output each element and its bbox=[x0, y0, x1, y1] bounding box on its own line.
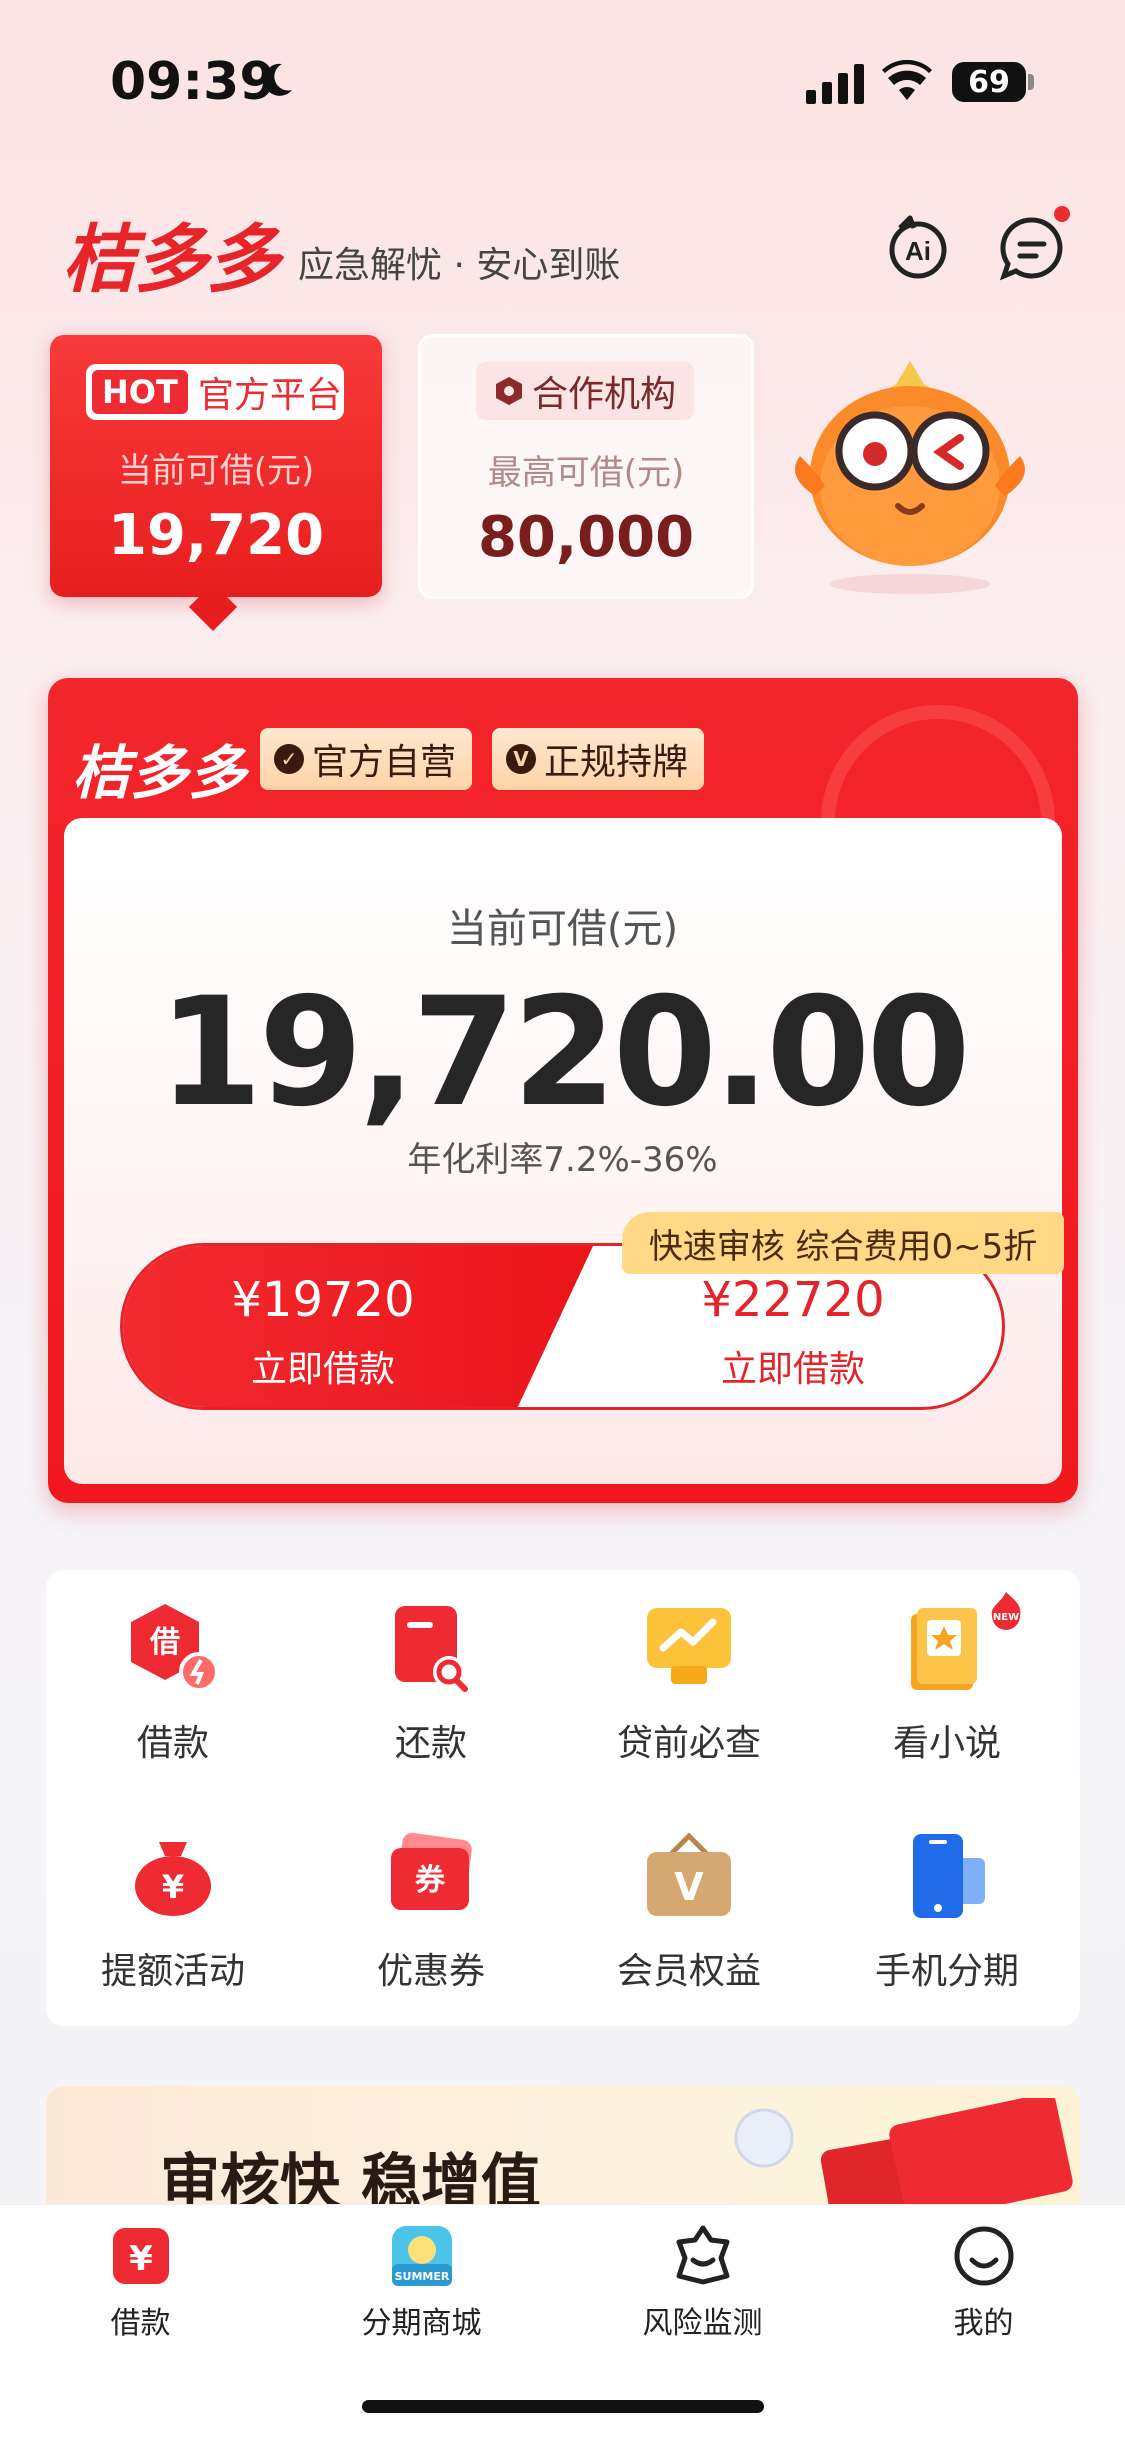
profile-tab-icon bbox=[954, 2226, 1013, 2286]
grid-item-repay[interactable]: 还款 bbox=[302, 1576, 560, 1776]
available-amount: 19,720.00 bbox=[158, 966, 971, 1140]
mascot-illustration bbox=[795, 361, 1025, 594]
grid-item-coupon[interactable]: 券 优惠券 bbox=[302, 1804, 560, 2004]
loan-option-left-action[interactable]: 立即借款 bbox=[123, 1340, 523, 1392]
tab-label: 我的 bbox=[953, 2306, 1014, 2341]
borrow-icon: 借 bbox=[131, 1604, 219, 1692]
hexagon-icon bbox=[495, 377, 522, 405]
ai-assistant-icon[interactable]: Ai bbox=[880, 210, 956, 286]
risk-tab-icon bbox=[676, 2225, 729, 2285]
svg-text:V: V bbox=[674, 1865, 704, 1909]
mall-tab-icon: SUMMER bbox=[391, 2226, 452, 2286]
svg-text:券: 券 bbox=[415, 1863, 446, 1898]
official-available-label: 当前可借(元) bbox=[117, 451, 315, 491]
moon-icon bbox=[263, 63, 292, 96]
precheck-icon bbox=[647, 1608, 731, 1684]
svg-text:SUMMER: SUMMER bbox=[394, 2270, 449, 2283]
grid-item-limit-boost[interactable]: ¥ 提额活动 bbox=[44, 1804, 302, 2004]
phone-icon bbox=[913, 1834, 985, 1918]
svg-text:借: 借 bbox=[149, 1625, 180, 1660]
grid-item-borrow[interactable]: 借 借款 bbox=[44, 1576, 302, 1776]
svg-text:NEW: NEW bbox=[993, 1612, 1019, 1623]
money-bag-icon: ¥ bbox=[135, 1842, 211, 1916]
card-illustration bbox=[734, 2098, 1073, 2206]
home-indicator bbox=[362, 2400, 764, 2413]
official-platform-text: 官方平台 bbox=[197, 375, 342, 416]
hot-badge: HOT bbox=[92, 370, 188, 414]
message-unread-dot bbox=[1054, 206, 1070, 222]
official-platform-tag: HOT 官方平台 bbox=[86, 364, 344, 420]
partner-tag: 合作机构 bbox=[476, 362, 694, 420]
svg-text:¥: ¥ bbox=[162, 1868, 184, 1906]
vip-icon: V bbox=[647, 1832, 731, 1916]
repay-icon bbox=[395, 1606, 468, 1692]
tab-profile[interactable]: 我的 bbox=[843, 2204, 1124, 2344]
partner-tag-text: 合作机构 bbox=[531, 374, 676, 415]
grid-item-precheck[interactable]: 贷前必查 bbox=[560, 1576, 818, 1776]
loan-option-right-action[interactable]: 立即借款 bbox=[593, 1340, 993, 1392]
badge-text: 官方自营 bbox=[312, 742, 457, 783]
grid-item-label: 提额活动 bbox=[100, 1951, 245, 1992]
partner-max-label: 最高可借(元) bbox=[487, 453, 685, 493]
grid-item-label: 还款 bbox=[394, 1723, 467, 1764]
tab-label: 借款 bbox=[110, 2306, 171, 2341]
grid-item-novel[interactable]: 看小说 bbox=[818, 1576, 1076, 1776]
verified-icon: V bbox=[506, 744, 536, 774]
svg-text:¥: ¥ bbox=[129, 2239, 153, 2279]
badge-text: 正规持牌 bbox=[544, 742, 689, 783]
svg-text:Ai: Ai bbox=[905, 236, 931, 266]
tab-risk-monitor[interactable]: 风险监测 bbox=[562, 2204, 843, 2344]
tab-borrow[interactable]: ¥ 借款 bbox=[0, 2204, 281, 2344]
watermark-decoration bbox=[821, 705, 1055, 822]
tab-mall[interactable]: SUMMER 分期商城 bbox=[281, 2204, 562, 2344]
new-badge-icon: NEW bbox=[991, 1592, 1021, 1630]
grid-item-label: 优惠券 bbox=[376, 1951, 485, 1992]
check-icon: ✓ bbox=[274, 744, 304, 774]
partner-max-value: 80,000 bbox=[477, 505, 695, 570]
grid-item-phone-installment[interactable]: 手机分期 bbox=[818, 1804, 1076, 2004]
available-label: 当前可借(元) bbox=[446, 906, 679, 952]
tab-label: 分期商城 bbox=[361, 2306, 482, 2341]
status-time: 09:39 bbox=[110, 52, 276, 112]
loan-card-logo: 桔多多 bbox=[72, 739, 247, 807]
grid-item-vip[interactable]: V 会员权益 bbox=[560, 1804, 818, 2004]
coupon-icon: 券 bbox=[391, 1832, 472, 1910]
grid-item-label: 贷前必查 bbox=[616, 1723, 761, 1764]
grid-item-label: 会员权益 bbox=[616, 1951, 761, 1992]
grid-item-label: 手机分期 bbox=[874, 1951, 1019, 1992]
promo-tag: 快速审核 综合费用0~5折 bbox=[622, 1212, 1064, 1274]
badge-official-self-operated: ✓ 官方自营 bbox=[260, 728, 473, 790]
signal-icon bbox=[806, 64, 864, 104]
official-available-value: 19,720 bbox=[107, 503, 325, 568]
wifi-icon bbox=[882, 60, 932, 100]
app-slogan: 应急解忧 · 安心到账 bbox=[298, 245, 621, 286]
grid-item-label: 借款 bbox=[136, 1723, 209, 1764]
grid-item-label: 看小说 bbox=[892, 1723, 1001, 1764]
novel-icon bbox=[911, 1608, 977, 1690]
yen-tab-icon: ¥ bbox=[112, 2228, 169, 2284]
loan-option-left-amount[interactable]: ¥19720 bbox=[123, 1272, 523, 1328]
battery-indicator: 69 bbox=[952, 62, 1026, 102]
app-logo: 桔多多 bbox=[62, 217, 280, 303]
badge-licensed: V 正规持牌 bbox=[492, 728, 705, 790]
interest-rate: 年化利率7.2%-36% bbox=[407, 1140, 718, 1180]
battery-cap bbox=[1028, 74, 1034, 90]
tab-label: 风险监测 bbox=[642, 2306, 763, 2341]
loan-option-right-amount[interactable]: ¥22720 bbox=[593, 1272, 993, 1328]
